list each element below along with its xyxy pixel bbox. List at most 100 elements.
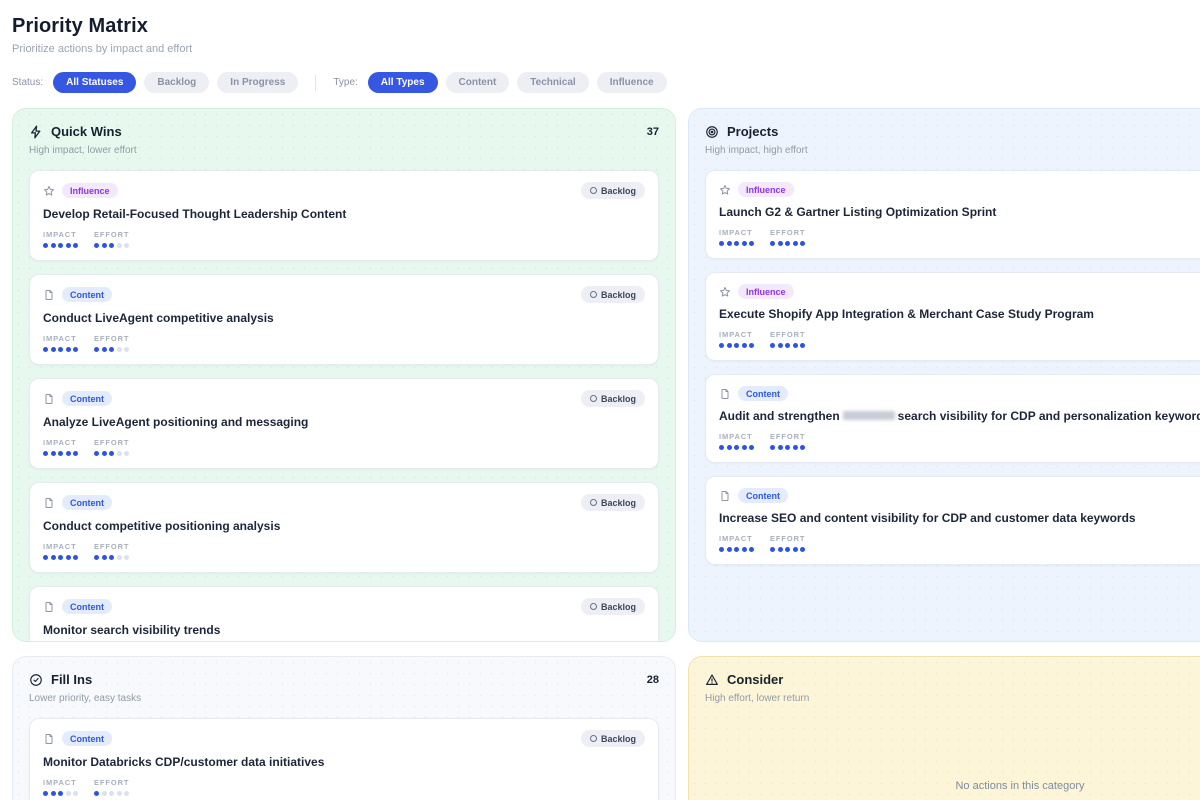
type-badge: Content (62, 391, 112, 406)
type-badge: Content (738, 386, 788, 401)
page-subtitle: Prioritize actions by impact and effort (12, 43, 1200, 55)
type-badge: Content (62, 731, 112, 746)
quadrant-count: 37 (647, 126, 659, 138)
status-circle-icon (590, 735, 597, 742)
quadrant-subtitle: Lower priority, easy tasks (29, 693, 659, 704)
metrics: IMPACT EFFORT (719, 330, 1200, 348)
filter-type-content[interactable]: Content (446, 72, 510, 93)
type-badge: Content (738, 488, 788, 503)
quadrant-title: Quick Wins (51, 124, 122, 139)
metrics: IMPACT EFFORT (43, 334, 645, 352)
action-card[interactable]: Content Increase SEO and content visibil… (705, 476, 1200, 565)
impact-dots (719, 241, 754, 246)
action-card[interactable]: Influence Execute Shopify App Integratio… (705, 272, 1200, 361)
metrics: IMPACT EFFORT (719, 432, 1200, 450)
action-card[interactable]: Content Backlog Conduct competitive posi… (29, 482, 659, 573)
metrics: IMPACT EFFORT (43, 778, 645, 796)
type-filter-label: Type: (333, 77, 357, 88)
status-circle-icon (590, 603, 597, 610)
status-badge[interactable]: Backlog (581, 494, 645, 511)
quick-wins-card-list: Influence Backlog Develop Retail-Focused… (29, 170, 659, 642)
quadrant-count: 28 (647, 674, 659, 686)
status-circle-icon (590, 499, 597, 506)
fill-ins-header: Fill Ins 28 (29, 672, 659, 687)
type-badge: Content (62, 495, 112, 510)
metrics: IMPACT EFFORT (43, 230, 645, 248)
action-card[interactable]: Content Audit and strengthensearch visib… (705, 374, 1200, 463)
projects-card-list: Influence Launch G2 & Gartner Listing Op… (705, 170, 1200, 565)
impact-dots (43, 243, 78, 248)
quadrant-grid: Quick Wins 37 High impact, lower effort … (12, 108, 1200, 800)
status-badge[interactable]: Backlog (581, 598, 645, 615)
quadrant-subtitle: High impact, high effort (705, 145, 1200, 156)
quadrant-subtitle: High effort, lower return (705, 693, 1200, 704)
document-icon (43, 497, 55, 509)
action-card[interactable]: Influence Launch G2 & Gartner Listing Op… (705, 170, 1200, 259)
action-card[interactable]: Content Backlog Monitor search visibilit… (29, 586, 659, 642)
action-card[interactable]: Influence Backlog Develop Retail-Focused… (29, 170, 659, 261)
filter-status-all[interactable]: All Statuses (53, 72, 136, 93)
card-title: Develop Retail-Focused Thought Leadershi… (43, 207, 645, 221)
card-title: Launch G2 & Gartner Listing Optimization… (719, 205, 1200, 219)
effort-dots (770, 343, 805, 348)
star-icon (719, 286, 731, 298)
filter-status-backlog[interactable]: Backlog (144, 72, 209, 93)
target-icon (705, 125, 719, 139)
document-icon (43, 601, 55, 613)
card-title: Monitor Databricks CDP/customer data ini… (43, 755, 645, 769)
quick-wins-header: Quick Wins 37 (29, 124, 659, 139)
card-title: Increase SEO and content visibility for … (719, 511, 1200, 525)
effort-dots (770, 241, 805, 246)
empty-state-label: No actions in this category (705, 780, 1200, 792)
effort-dots (770, 547, 805, 552)
status-badge[interactable]: Backlog (581, 182, 645, 199)
card-title: Monitor search visibility trends (43, 623, 645, 637)
card-title: Audit and strengthensearch visibility fo… (719, 409, 1200, 423)
impact-dots (43, 451, 78, 456)
effort-dots (770, 445, 805, 450)
filter-status-in-progress[interactable]: In Progress (217, 72, 298, 93)
filter-type-technical[interactable]: Technical (517, 72, 588, 93)
quadrant-subtitle: High impact, lower effort (29, 145, 659, 156)
card-title: Conduct LiveAgent competitive analysis (43, 311, 645, 325)
impact-dots (43, 347, 78, 352)
document-icon (719, 388, 731, 400)
document-icon (43, 733, 55, 745)
action-card[interactable]: Content Backlog Conduct LiveAgent compet… (29, 274, 659, 365)
status-badge[interactable]: Backlog (581, 730, 645, 747)
check-circle-icon (29, 673, 43, 687)
action-card[interactable]: Content Backlog Monitor Databricks CDP/c… (29, 718, 659, 800)
card-title: Execute Shopify App Integration & Mercha… (719, 307, 1200, 321)
quadrant-quick-wins: Quick Wins 37 High impact, lower effort … (12, 108, 676, 642)
star-icon (719, 184, 731, 196)
quadrant-title: Fill Ins (51, 672, 92, 687)
quadrant-title: Projects (727, 124, 778, 139)
quadrant-projects: Projects High impact, high effort Influe… (688, 108, 1200, 642)
metrics: IMPACT EFFORT (43, 438, 645, 456)
status-circle-icon (590, 395, 597, 402)
priority-matrix-page: Priority Matrix Prioritize actions by im… (0, 0, 1200, 800)
type-badge: Influence (62, 183, 118, 198)
status-badge[interactable]: Backlog (581, 390, 645, 407)
effort-dots (94, 555, 129, 560)
type-badge: Content (62, 599, 112, 614)
metrics: IMPACT EFFORT (43, 542, 645, 560)
impact-dots (719, 445, 754, 450)
redacted-text (843, 411, 895, 420)
consider-header: Consider (705, 672, 1200, 687)
metrics: IMPACT EFFORT (719, 228, 1200, 246)
effort-dots (94, 791, 129, 796)
effort-dots (94, 243, 129, 248)
metrics: IMPACT EFFORT (719, 534, 1200, 552)
filter-type-influence[interactable]: Influence (597, 72, 667, 93)
filter-type-all[interactable]: All Types (368, 72, 438, 93)
warning-triangle-icon (705, 673, 719, 687)
card-title: Conduct competitive positioning analysis (43, 519, 645, 533)
type-badge: Influence (738, 182, 794, 197)
filter-bar: Status: All Statuses Backlog In Progress… (12, 72, 1200, 93)
status-badge[interactable]: Backlog (581, 286, 645, 303)
fill-ins-card-list: Content Backlog Monitor Databricks CDP/c… (29, 718, 659, 800)
impact-dots (719, 343, 754, 348)
type-badge: Content (62, 287, 112, 302)
action-card[interactable]: Content Backlog Analyze LiveAgent positi… (29, 378, 659, 469)
